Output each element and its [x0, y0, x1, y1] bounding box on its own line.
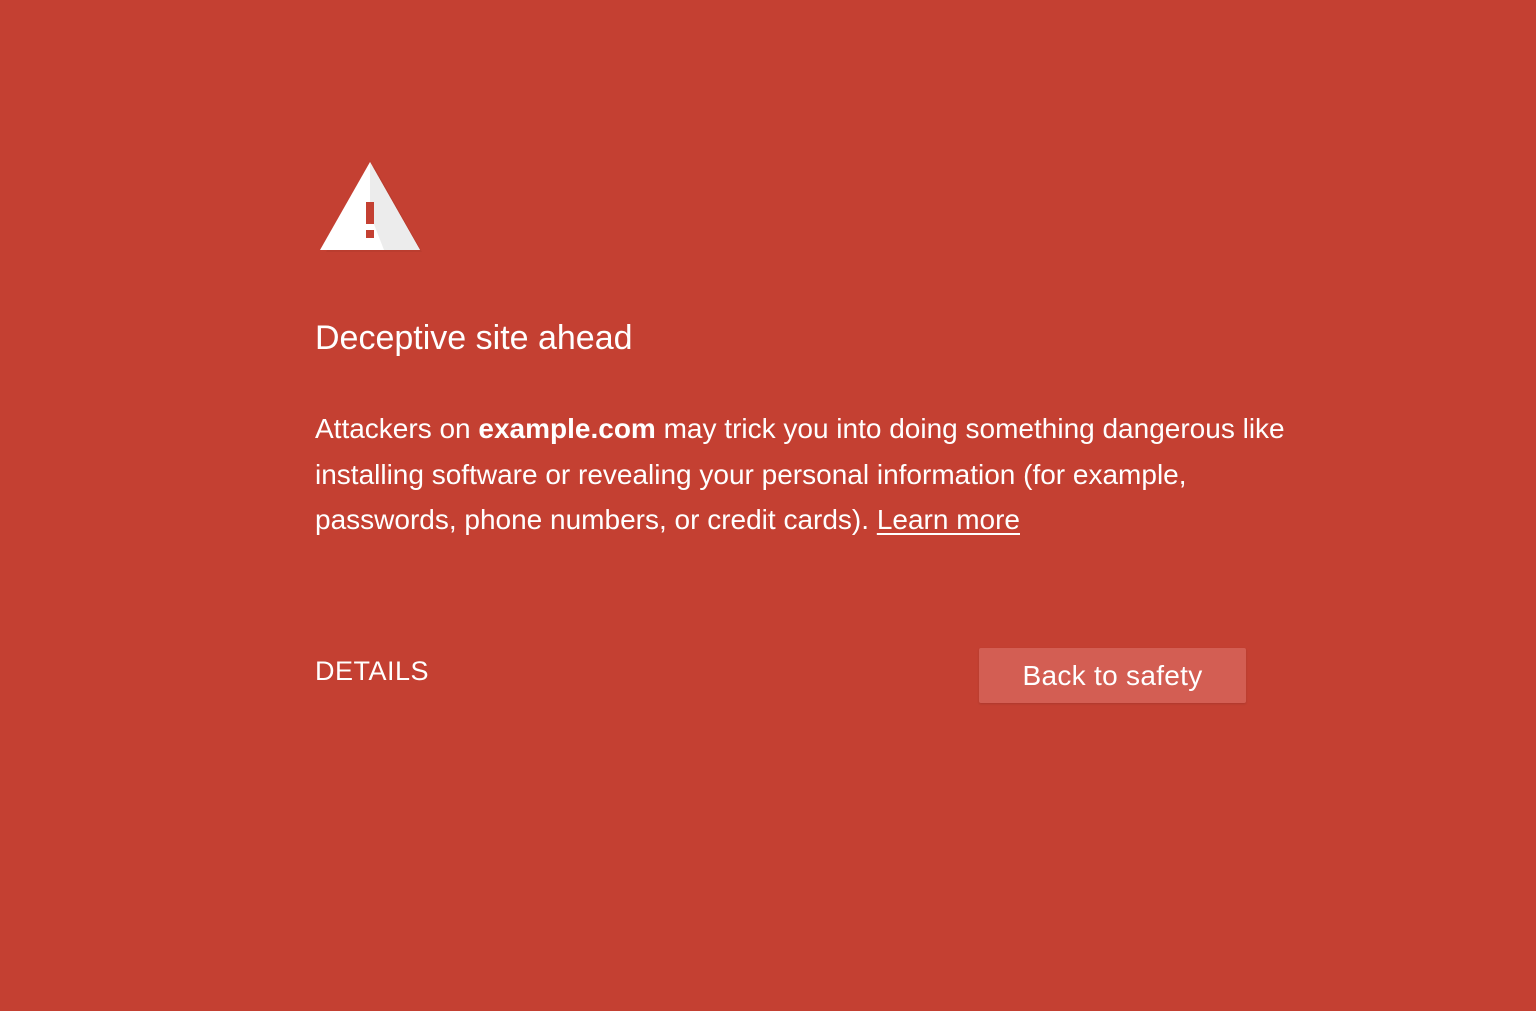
safe-browsing-interstitial: Deceptive site ahead Attackers on exampl…: [0, 0, 1536, 1011]
warning-message: Attackers on example.com may trick you i…: [315, 406, 1315, 543]
message-prefix: Attackers on: [315, 413, 479, 444]
site-domain: example.com: [478, 413, 656, 444]
back-to-safety-button[interactable]: Back to safety: [979, 648, 1246, 703]
warning-triangle-icon: [318, 160, 424, 256]
details-button[interactable]: DETAILS: [315, 652, 429, 690]
page-title: Deceptive site ahead: [315, 319, 633, 357]
learn-more-link[interactable]: Learn more: [877, 504, 1020, 535]
